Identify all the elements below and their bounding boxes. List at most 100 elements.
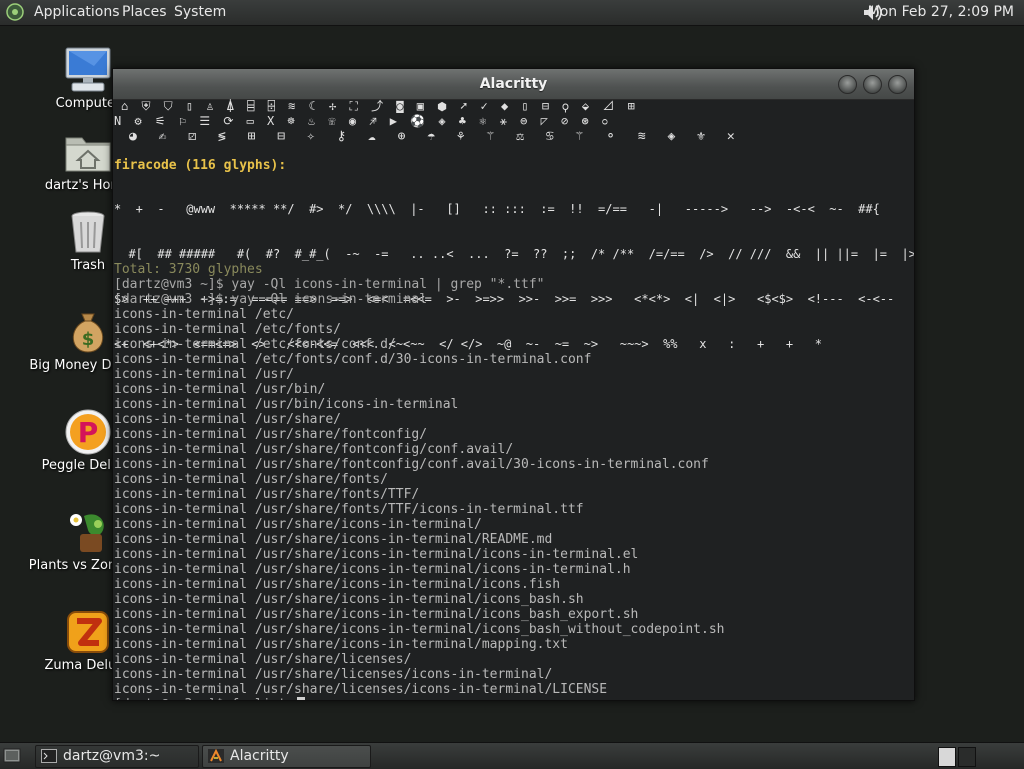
line-text: icons-in-terminal /usr/share/	[114, 412, 341, 427]
taskbar-item-label: Alacritty	[230, 748, 289, 764]
output-line: icons-in-terminal /etc/fonts/	[114, 322, 914, 337]
line-text: icons-in-terminal /usr/share/licenses/ic…	[114, 667, 553, 682]
output-line: icons-in-terminal /usr/share/	[114, 412, 914, 427]
output-line: icons-in-terminal /usr/share/icons-in-te…	[114, 592, 914, 607]
line-text: icons-in-terminal /usr/share/icons-in-te…	[114, 637, 568, 652]
money-bag-icon: $	[72, 313, 104, 353]
line-text: icons-in-terminal /etc/	[114, 307, 295, 322]
workspace-1[interactable]	[938, 747, 956, 767]
prompt-line: [dartz@vm3 ~]$ yay -Ql icons-in-terminal	[114, 292, 914, 307]
computer-icon	[65, 47, 111, 92]
line-text: [dartz@vm3 ~]$ yay -Ql icons-in-terminal	[114, 292, 428, 307]
output-line: icons-in-terminal /etc/	[114, 307, 914, 322]
line-text: icons-in-terminal /usr/bin/	[114, 382, 326, 397]
line-text: icons-in-terminal /usr/share/fonts/TTF/i…	[114, 502, 584, 517]
total-line: Total: 3730 glyphes	[114, 262, 914, 277]
output-line: icons-in-terminal /usr/share/icons-in-te…	[114, 547, 914, 562]
prompt-line: [dartz@vm3 ~]$ fc-list	[114, 697, 914, 700]
line-text: Total: 3730 glyphes	[114, 262, 263, 277]
line-text: [dartz@vm3 ~]$ fc-list	[114, 697, 294, 700]
output-line: icons-in-terminal /usr/share/licenses/ic…	[114, 682, 914, 697]
line-text: icons-in-terminal /etc/fonts/conf.d/	[114, 337, 396, 352]
menu-places[interactable]: Places	[122, 4, 167, 20]
output-line: icons-in-terminal /usr/bin/	[114, 382, 914, 397]
line-text: icons-in-terminal /usr/share/icons-in-te…	[114, 517, 482, 532]
taskbar-item-alacritty[interactable]: Alacritty	[202, 745, 371, 768]
line-text: icons-in-terminal /usr/share/icons-in-te…	[114, 592, 584, 607]
ligature-row: * + - @www ***** **/ #> */ \\\\ |- [] ::…	[114, 202, 880, 216]
output-line: icons-in-terminal /usr/share/fonts/TTF/	[114, 487, 914, 502]
show-desktop-icon[interactable]	[3, 748, 21, 764]
maximize-button[interactable]	[863, 75, 882, 94]
workspace-2[interactable]	[958, 747, 976, 767]
bottom-panel: dartz@vm3:~ Alacritty	[0, 742, 1024, 769]
line-text: icons-in-terminal /usr/share/icons-in-te…	[114, 607, 639, 622]
alacritty-icon	[208, 749, 224, 763]
peggle-icon: P	[65, 409, 111, 455]
distro-logo-icon[interactable]	[6, 3, 24, 21]
line-text: icons-in-terminal /usr/share/fontconfig/…	[114, 457, 709, 472]
top-panel: Applications Places System Mon Feb 27, 2…	[0, 0, 1024, 26]
taskbar-item-terminal[interactable]: dartz@vm3:~	[35, 745, 199, 768]
line-text: [dartz@vm3 ~]$ yay -Ql icons-in-terminal…	[114, 277, 545, 292]
line-text: icons-in-terminal /usr/bin/icons-in-term…	[114, 397, 459, 412]
output-line: icons-in-terminal /etc/fonts/conf.d/30-i…	[114, 352, 914, 367]
output-line: icons-in-terminal /usr/share/licenses/	[114, 652, 914, 667]
clock[interactable]: Mon Feb 27, 2:09 PM	[868, 4, 1014, 20]
line-text: icons-in-terminal /usr/share/fontconfig/	[114, 427, 428, 442]
close-button[interactable]	[888, 75, 907, 94]
line-text: icons-in-terminal /usr/share/icons-in-te…	[114, 532, 553, 547]
output-line: icons-in-terminal /etc/fonts/conf.d/	[114, 337, 914, 352]
line-text: icons-in-terminal /usr/share/licenses/	[114, 652, 412, 667]
line-text: icons-in-terminal /etc/fonts/conf.d/30-i…	[114, 352, 592, 367]
output-line: icons-in-terminal /usr/share/icons-in-te…	[114, 517, 914, 532]
output-line: icons-in-terminal /usr/share/fonts/TTF/i…	[114, 502, 914, 517]
line-text: icons-in-terminal /usr/	[114, 367, 295, 382]
prompt-line: [dartz@vm3 ~]$ yay -Ql icons-in-terminal…	[114, 277, 914, 292]
output-line: icons-in-terminal /usr/share/licenses/ic…	[114, 667, 914, 682]
output-line: icons-in-terminal /usr/share/icons-in-te…	[114, 637, 914, 652]
line-text: icons-in-terminal /usr/share/icons-in-te…	[114, 577, 561, 592]
trash-icon	[71, 211, 105, 253]
glyph-row: ◕ ✍ ⚂ ≶ ⊞ ⊟ ✧ ⚷ ☁ ⊕ ☂ ⚘ ⚚ ⚖ ♋ ⚚ ⚬ ≋ ◈ ⚜ …	[129, 129, 742, 144]
svg-text:$: $	[82, 329, 95, 350]
plants-vs-zombies-icon	[70, 514, 104, 552]
output-line: icons-in-terminal /usr/share/icons-in-te…	[114, 577, 914, 592]
output-line: icons-in-terminal /usr/	[114, 367, 914, 382]
output-line: icons-in-terminal /usr/share/icons-in-te…	[114, 532, 914, 547]
output-line: icons-in-terminal /usr/share/icons-in-te…	[114, 607, 914, 622]
line-text: icons-in-terminal /usr/share/fontconfig/…	[114, 442, 514, 457]
line-text: icons-in-terminal /usr/share/fonts/	[114, 472, 388, 487]
output-line: icons-in-terminal /usr/share/icons-in-te…	[114, 562, 914, 577]
line-text: icons-in-terminal /usr/share/icons-in-te…	[114, 622, 725, 637]
output-line: icons-in-terminal /usr/share/fontconfig/	[114, 427, 914, 442]
zuma-icon	[67, 611, 109, 653]
menu-applications[interactable]: Applications	[34, 4, 120, 20]
home-folder-icon	[65, 137, 111, 172]
minimize-button[interactable]	[838, 75, 857, 94]
line-text: icons-in-terminal /usr/share/icons-in-te…	[114, 562, 631, 577]
menu-system[interactable]: System	[174, 4, 226, 20]
line-text: icons-in-terminal /usr/share/icons-in-te…	[114, 547, 639, 562]
output-line: icons-in-terminal /usr/bin/icons-in-term…	[114, 397, 914, 412]
terminal-lines: Total: 3730 glyphes [dartz@vm3 ~]$ yay -Q…	[114, 247, 914, 700]
line-text: icons-in-terminal /usr/share/fonts/TTF/	[114, 487, 420, 502]
terminal-icon	[41, 749, 57, 763]
output-line: icons-in-terminal /usr/share/icons-in-te…	[114, 622, 914, 637]
glyph-row: ⌂ ⛨ ⛉ ▯ ♙ ⍋ ⌸ ⌹ ≋ ☾ ✢ ⛶ ⤴ ◙ ▣ ⬢ ➚ ✓ ◆ ▯ …	[121, 99, 638, 113]
window-title: Alacritty	[479, 76, 548, 92]
terminal-output[interactable]: ⌂ ⛨ ⛉ ▯ ♙ ⍋ ⌸ ⌹ ≋ ☾ ✢ ⛶ ⤴ ◙ ▣ ⬢ ➚ ✓ ◆ ▯ …	[113, 99, 914, 700]
output-line: icons-in-terminal /usr/share/fontconfig/…	[114, 457, 914, 472]
line-text: icons-in-terminal /etc/fonts/	[114, 322, 341, 337]
window-titlebar[interactable]: Alacritty	[113, 69, 914, 100]
glyph-row: N ⚙ ⚟ ⚐ ☰ ⟳ ▭ X ☸ ♨ ☏ ◉ ♐ ▶ ⚽ ◈ ♣ ⚛ ⚹ ⊜ …	[114, 114, 611, 128]
output-line: icons-in-terminal /usr/share/fonts/	[114, 472, 914, 487]
firacode-heading: firacode (116 glyphs):	[114, 158, 287, 173]
line-text: icons-in-terminal /usr/share/licenses/ic…	[114, 682, 608, 697]
svg-text:P: P	[78, 416, 99, 449]
taskbar-item-label: dartz@vm3:~	[63, 748, 161, 764]
terminal-window[interactable]: Alacritty ⌂ ⛨ ⛉ ▯ ♙ ⍋ ⌸ ⌹ ≋ ☾ ✢ ⛶ ⤴ ◙ ▣ …	[112, 68, 915, 701]
text-cursor	[297, 697, 306, 700]
output-line: icons-in-terminal /usr/share/fontconfig/…	[114, 442, 914, 457]
